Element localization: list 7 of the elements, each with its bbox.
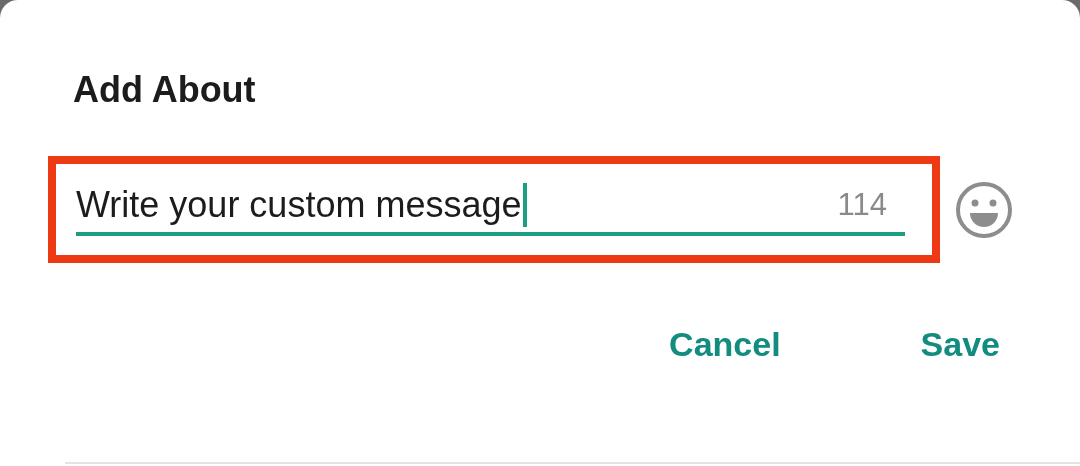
character-counter: 114 xyxy=(837,187,887,223)
emoji-icon[interactable] xyxy=(954,179,1014,240)
dialog-button[interactable]: Cancel xyxy=(669,325,781,364)
dialog-title: Add About xyxy=(73,68,257,112)
dialog-button[interactable]: Save xyxy=(920,325,1000,364)
input-field[interactable]: Write your custom message 114 xyxy=(76,178,905,236)
text-cursor xyxy=(523,183,528,227)
